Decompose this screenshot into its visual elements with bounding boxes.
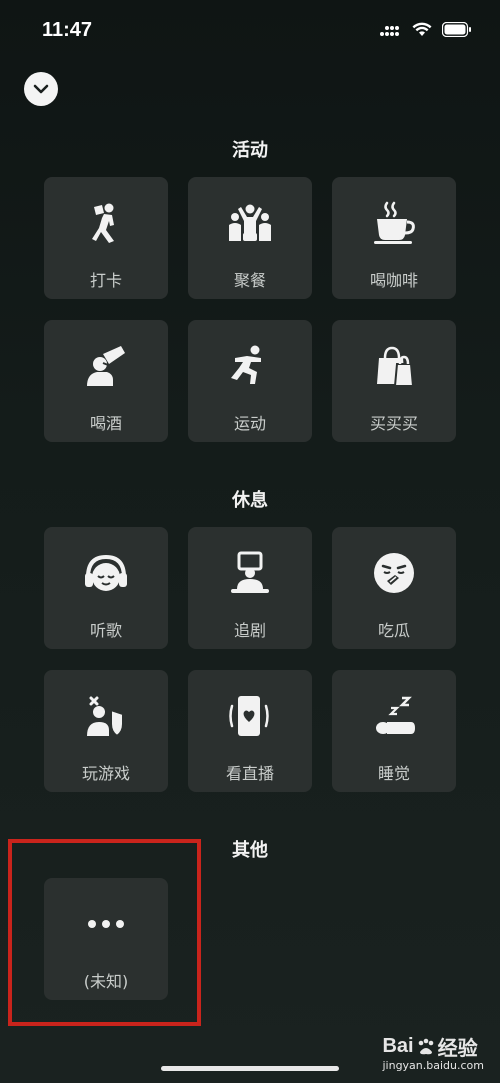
status-option-label: 买买买	[369, 414, 418, 433]
watermark-site: jingyan.baidu.com	[382, 1059, 484, 1072]
status-option-label: 打卡	[89, 271, 122, 290]
signal-icon	[380, 25, 399, 36]
watermark: Bai 经验 jingyan.baidu.com	[382, 1032, 484, 1072]
status-option-label: 运动	[233, 414, 266, 433]
check-in-icon	[92, 203, 114, 243]
status-time: 11:47	[42, 19, 93, 41]
watching-icon	[231, 551, 269, 593]
sleep-icon	[376, 696, 415, 734]
status-option-label: 吃瓜	[377, 621, 410, 640]
status-bar: 11:47	[0, 0, 500, 62]
status-option-exercise[interactable]: 运动	[188, 320, 312, 442]
status-option-gossip[interactable]: 吃瓜	[332, 527, 456, 649]
shopping-icon	[377, 346, 415, 387]
collapse-button[interactable]	[24, 72, 58, 106]
status-option-livestream[interactable]: 看直播	[188, 670, 312, 792]
status-option-drink[interactable]: 喝酒	[44, 320, 168, 442]
status-option-music[interactable]: 听歌	[44, 527, 168, 649]
watermark-brand-suffix: 经验	[437, 1038, 478, 1060]
drink-icon	[87, 346, 125, 386]
paw-icon	[418, 1038, 433, 1054]
game-icon	[87, 696, 124, 738]
chevron-down-icon	[33, 84, 49, 94]
status-option-sleep[interactable]: 睡觉	[332, 670, 456, 792]
status-option-coffee[interactable]: 喝咖啡	[332, 177, 456, 299]
section-title-activity: 活动	[232, 140, 268, 161]
exercise-icon	[231, 345, 261, 384]
status-option-check-in[interactable]: 打卡	[44, 177, 168, 299]
status-option-label: 听歌	[89, 621, 122, 640]
wifi-icon	[412, 22, 432, 36]
home-indicator[interactable]	[161, 1066, 339, 1071]
battery-icon	[442, 22, 471, 37]
status-option-gaming[interactable]: 玩游戏	[44, 670, 168, 792]
status-option-binge-watch[interactable]: 追剧	[188, 527, 312, 649]
highlight-annotation-box	[8, 839, 201, 1026]
status-option-label: 喝酒	[89, 414, 122, 433]
watermark-brand: Bai	[382, 1035, 414, 1057]
livestream-icon	[229, 696, 269, 736]
rest-grid: 听歌 追剧 吃瓜 玩游戏 看直播 睡觉	[44, 527, 456, 792]
status-option-label: 睡觉	[377, 764, 410, 783]
status-option-party[interactable]: 聚餐	[188, 177, 312, 299]
status-option-label: 聚餐	[233, 271, 266, 290]
party-icon	[229, 204, 271, 241]
coffee-icon	[374, 201, 415, 244]
headphones-icon	[85, 554, 127, 591]
section-title-rest: 休息	[232, 490, 268, 511]
status-option-shopping[interactable]: 买买买	[332, 320, 456, 442]
status-option-label: 看直播	[225, 764, 274, 783]
status-option-label: 追剧	[233, 621, 266, 640]
activity-grid: 打卡 聚餐 喝咖啡 喝酒 运动 买买买	[44, 177, 456, 442]
status-option-label: 玩游戏	[81, 764, 130, 783]
gossip-icon	[374, 553, 414, 593]
status-icons	[380, 22, 472, 37]
status-option-label: 喝咖啡	[369, 271, 418, 290]
